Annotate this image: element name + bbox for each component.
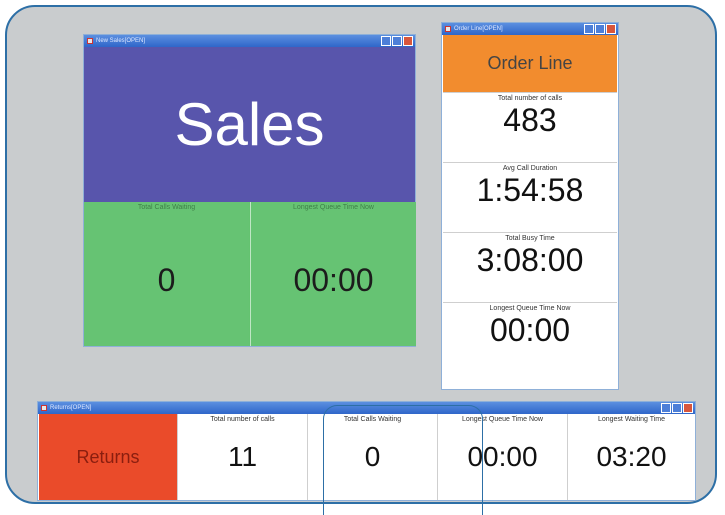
sales-titlebar[interactable]: New Sales[OPEN] xyxy=(84,35,415,47)
maximize-icon[interactable] xyxy=(392,36,402,46)
stat-label: Longest Queue Time Now xyxy=(462,416,543,423)
stat-value: 11 xyxy=(227,441,258,472)
window-icon xyxy=(445,26,451,32)
window-icon xyxy=(41,405,47,411)
stat-value: 483 xyxy=(503,102,557,138)
stat-label: Longest Queue Time Now xyxy=(489,305,571,312)
order-titlebar[interactable]: Order Line[OPEN] xyxy=(442,23,618,35)
sales-window-title: New Sales[OPEN] xyxy=(96,38,146,44)
window-icon xyxy=(87,38,93,44)
stat-value: 00:00 xyxy=(489,312,571,348)
minimize-icon[interactable] xyxy=(661,403,671,413)
stat-label: Longest Waiting Time xyxy=(597,416,666,423)
close-icon[interactable] xyxy=(683,403,693,413)
order-line-window: Order Line[OPEN] Order Line Total number… xyxy=(441,22,619,390)
avg-call-duration-block: Avg Call Duration 1:54:58 xyxy=(443,162,617,233)
stat-label: Total Calls Waiting xyxy=(343,416,402,423)
stat-label: Total number of calls xyxy=(497,95,563,102)
stat-label: Total Calls Waiting xyxy=(137,204,196,211)
returns-longest-waiting-cell: Longest Waiting Time 03:20 xyxy=(567,414,695,500)
stat-value: 03:20 xyxy=(596,441,667,472)
total-busy-time-block: Total Busy Time 3:08:00 xyxy=(443,232,617,303)
returns-total-calls-cell: Total number of calls 11 xyxy=(177,414,307,500)
stat-value: 3:08:00 xyxy=(476,242,584,278)
returns-header: Returns xyxy=(39,414,177,500)
stat-value: 0 xyxy=(157,262,176,298)
close-icon[interactable] xyxy=(403,36,413,46)
order-line-header: Order Line xyxy=(443,35,617,92)
close-icon[interactable] xyxy=(606,24,616,34)
screenshot-frame: New Sales[OPEN] Sales Total Calls Waitin… xyxy=(5,5,717,504)
sales-header: Sales xyxy=(84,47,415,202)
total-calls-block: Total number of calls 483 xyxy=(443,92,617,163)
minimize-icon[interactable] xyxy=(584,24,594,34)
stat-value: 00:00 xyxy=(467,441,538,472)
sales-longest-queue-cell: Longest Queue Time Now 00:00 xyxy=(251,202,416,346)
stat-value: 0 xyxy=(364,441,381,472)
stat-label: Total Busy Time xyxy=(505,235,555,242)
stat-label: Avg Call Duration xyxy=(502,165,558,172)
returns-longest-queue-cell: Longest Queue Time Now 00:00 xyxy=(437,414,567,500)
returns-window: Returns[OPEN] Returns Total number of ca… xyxy=(37,401,696,501)
minimize-icon[interactable] xyxy=(381,36,391,46)
stat-value: 1:54:58 xyxy=(476,172,584,208)
sales-window: New Sales[OPEN] Sales Total Calls Waitin… xyxy=(83,34,416,347)
maximize-icon[interactable] xyxy=(672,403,682,413)
sales-calls-waiting-cell: Total Calls Waiting 0 xyxy=(84,202,249,346)
returns-calls-waiting-cell: Total Calls Waiting 0 xyxy=(307,414,437,500)
stat-value: 00:00 xyxy=(293,262,374,298)
returns-window-title: Returns[OPEN] xyxy=(50,405,92,411)
order-window-title: Order Line[OPEN] xyxy=(454,26,503,32)
returns-titlebar[interactable]: Returns[OPEN] xyxy=(38,402,695,414)
longest-queue-block: Longest Queue Time Now 00:00 xyxy=(443,302,617,389)
maximize-icon[interactable] xyxy=(595,24,605,34)
stat-label: Longest Queue Time Now xyxy=(293,204,374,211)
stat-label: Total number of calls xyxy=(210,416,275,423)
